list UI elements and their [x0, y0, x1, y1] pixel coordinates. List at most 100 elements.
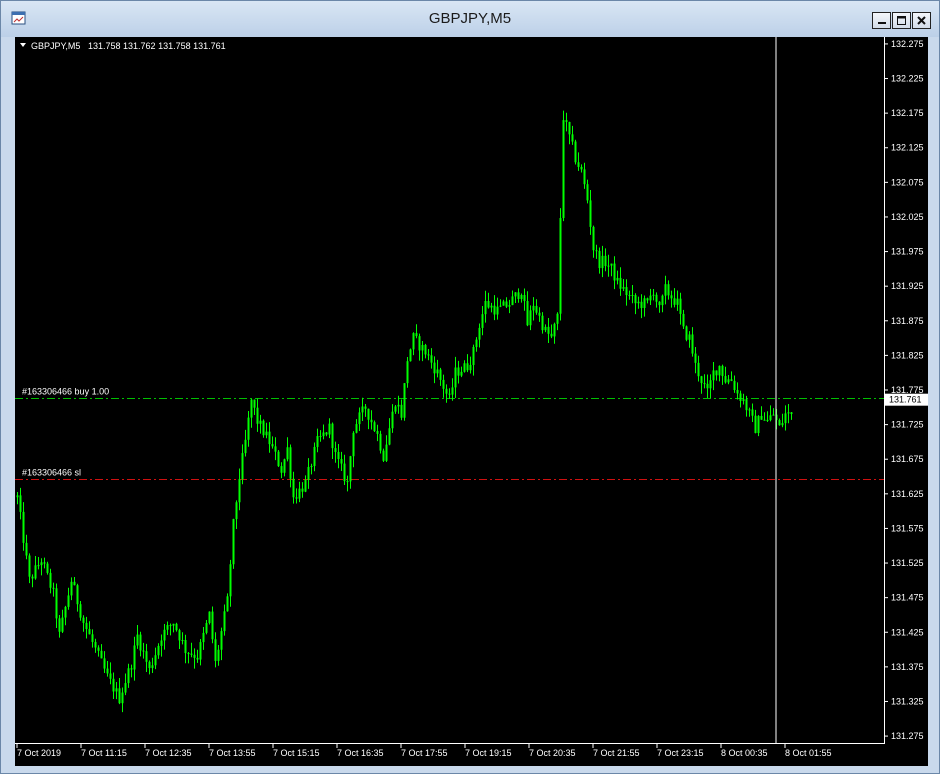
candle-body — [463, 363, 466, 372]
candle-body — [778, 420, 781, 426]
candle-body — [157, 645, 160, 656]
candle-body — [700, 376, 703, 384]
candle-body — [304, 480, 307, 492]
candle-body — [97, 647, 100, 651]
x-tick-label: 7 Oct 20:35 — [529, 748, 576, 758]
candle-body — [424, 344, 427, 355]
candle-body — [733, 380, 736, 390]
candle-body — [679, 298, 682, 314]
candle-body — [517, 292, 520, 300]
candle-body — [784, 413, 787, 424]
candle-body — [400, 404, 403, 418]
candle-body — [331, 423, 334, 449]
candle-body — [613, 263, 616, 281]
candle-body — [526, 301, 529, 326]
y-tick-label: 131.675 — [891, 454, 924, 464]
chart-canvas[interactable]: 132.275 132.225 132.175 132.125 132.075 132.0… — [15, 37, 928, 766]
candle-body — [703, 383, 706, 385]
candle-body — [163, 629, 166, 641]
candle-body — [673, 298, 676, 305]
order-label: #163306466 buy 1.00 — [22, 387, 109, 397]
x-tick-label: 7 Oct 23:15 — [657, 748, 704, 758]
candle-body — [481, 314, 484, 328]
candle-body — [310, 465, 313, 467]
candle-body — [466, 363, 469, 371]
candle-body — [232, 519, 235, 565]
minimize-button[interactable] — [872, 12, 891, 29]
candle-body — [337, 451, 340, 460]
candle-body — [28, 555, 31, 577]
close-button[interactable] — [912, 12, 931, 29]
candle-body — [580, 166, 583, 170]
collapse-triangle-icon[interactable] — [20, 43, 26, 47]
window-title: GBPJPY,M5 — [428, 10, 512, 27]
candle-body — [142, 650, 145, 652]
x-tick-label: 7 Oct 15:15 — [273, 748, 320, 758]
candle-body — [307, 466, 310, 481]
candle-body — [67, 595, 70, 607]
candle-body — [421, 344, 424, 351]
y-tick-label: 131.525 — [891, 558, 924, 568]
candle-body — [370, 419, 373, 423]
candle-body — [724, 376, 727, 383]
candle-body — [739, 393, 742, 401]
title-bar[interactable]: GBPJPY,M5 — [1, 1, 939, 37]
candle-body — [301, 488, 304, 492]
candle-body — [100, 650, 103, 659]
y-tick-label: 131.325 — [891, 696, 924, 706]
candle-body — [715, 370, 718, 376]
candle-body — [592, 226, 595, 251]
candle-body — [541, 315, 544, 331]
candle-body — [19, 495, 22, 512]
candle-body — [106, 668, 109, 674]
x-tick-label: 8 Oct 01:55 — [785, 748, 832, 758]
candle-body — [172, 623, 175, 626]
x-tick-label: 7 Oct 2019 — [17, 748, 61, 758]
candle-body — [118, 688, 121, 704]
candle-body — [211, 611, 214, 640]
candle-body — [226, 596, 229, 612]
candle-body — [256, 407, 259, 424]
y-tick-label: 131.375 — [891, 662, 924, 672]
candle-body — [247, 417, 250, 440]
candle-body — [253, 399, 256, 408]
candle-body — [484, 301, 487, 315]
candle-body — [604, 255, 607, 267]
y-tick-label: 131.975 — [891, 247, 924, 257]
candle-body — [325, 432, 328, 435]
candle-body — [376, 431, 379, 434]
candle-body — [658, 301, 661, 306]
candle-body — [238, 479, 241, 503]
candle-body — [397, 404, 400, 407]
candle-body — [532, 305, 535, 311]
candle-body — [328, 423, 331, 435]
candle-body — [361, 406, 364, 413]
price-chart[interactable]: 132.275 132.225 132.175 132.125 132.075 132.0… — [15, 37, 928, 766]
candle-body — [115, 688, 118, 692]
x-tick-label: 7 Oct 12:35 — [145, 748, 192, 758]
close-icon — [917, 16, 926, 25]
candle-body — [382, 450, 385, 461]
candle-body — [523, 294, 526, 302]
candle-body — [235, 502, 238, 520]
candle-body — [52, 587, 55, 589]
candle-body — [205, 623, 208, 633]
candle-body — [643, 298, 646, 309]
candle-body — [403, 383, 406, 418]
candle-body — [130, 668, 133, 670]
candle-body — [25, 542, 28, 556]
candle-body — [607, 265, 610, 267]
restore-button[interactable] — [892, 12, 911, 29]
candle-body — [343, 463, 346, 482]
candle-body — [184, 640, 187, 654]
chart-ohlc: 131.758 131.762 131.758 131.761 — [88, 41, 226, 51]
candle-body — [136, 634, 139, 646]
candle-body — [355, 424, 358, 433]
candle-body — [406, 361, 409, 384]
candle-body — [16, 495, 19, 498]
candle-body — [418, 336, 421, 351]
candle-body — [187, 653, 190, 655]
candle-body — [439, 369, 442, 380]
candle-body — [556, 313, 559, 324]
candle-body — [583, 169, 586, 185]
